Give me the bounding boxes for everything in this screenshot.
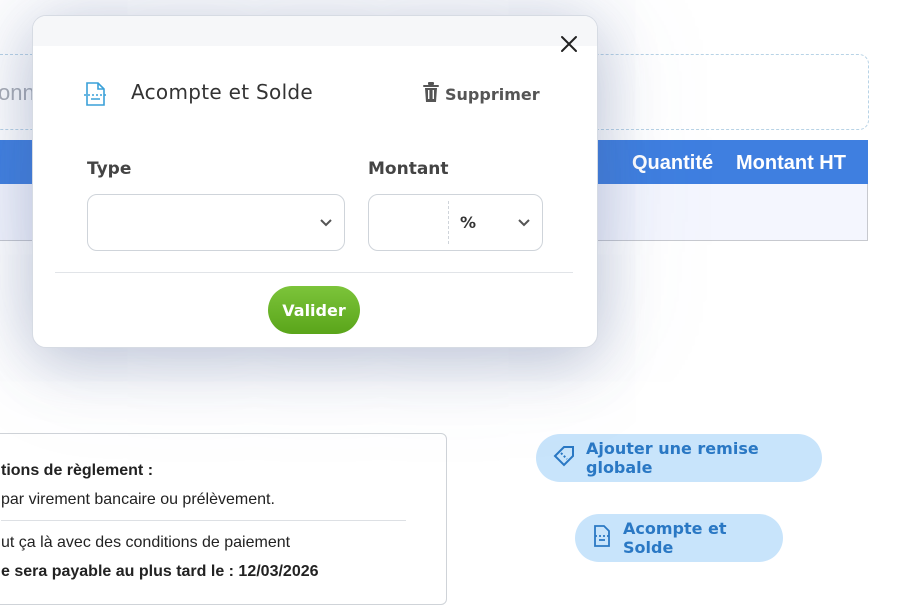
submit-button[interactable]: Valider (268, 286, 360, 334)
add-global-discount-label: Ajouter une remise globale (586, 439, 759, 477)
divider (1, 520, 406, 521)
close-icon (557, 36, 581, 60)
close-button[interactable] (557, 32, 581, 56)
unit-select[interactable]: % (449, 195, 542, 250)
chevron-down-icon (518, 219, 530, 227)
payment-conditions-line: ut ça là avec des conditions de paiement (1, 534, 291, 551)
payment-conditions-line: par virement bancaire ou prélèvement. (1, 491, 275, 508)
modal-top-bar (33, 16, 597, 46)
payment-conditions-box: tions de règlement : par virement bancai… (0, 433, 447, 605)
deposit-balance-label: Acompte et Solde (623, 519, 727, 557)
add-global-discount-button[interactable]: Ajouter une remise globale (536, 434, 822, 482)
column-montant-ht: Montant HT (736, 152, 846, 174)
document-icon (81, 80, 109, 108)
trash-icon (423, 82, 439, 106)
deposit-balance-button[interactable]: Acompte et Solde (575, 514, 783, 562)
payment-conditions-title: tions de règlement : (1, 462, 154, 479)
deposit-balance-modal: Acompte et Solde Supprimer Type Montant … (32, 15, 598, 348)
column-quantite: Quantité (632, 152, 714, 174)
type-select[interactable] (87, 194, 345, 251)
ticket-icon (552, 444, 576, 472)
modal-title: Acompte et Solde (131, 80, 314, 104)
document-icon (591, 524, 613, 552)
divider (55, 272, 573, 273)
delete-button[interactable]: Supprimer (423, 82, 540, 106)
search-placeholder-fragment: onn (0, 80, 35, 105)
payment-due-date: e sera payable au plus tard le : 12/03/2… (1, 563, 319, 580)
montant-label: Montant (368, 159, 449, 179)
unit-selected-value: % (460, 213, 477, 232)
delete-label: Supprimer (445, 84, 540, 104)
montant-input[interactable] (369, 195, 448, 250)
type-label: Type (87, 159, 132, 179)
montant-field-group: % (368, 194, 543, 251)
chevron-down-icon (320, 219, 332, 227)
